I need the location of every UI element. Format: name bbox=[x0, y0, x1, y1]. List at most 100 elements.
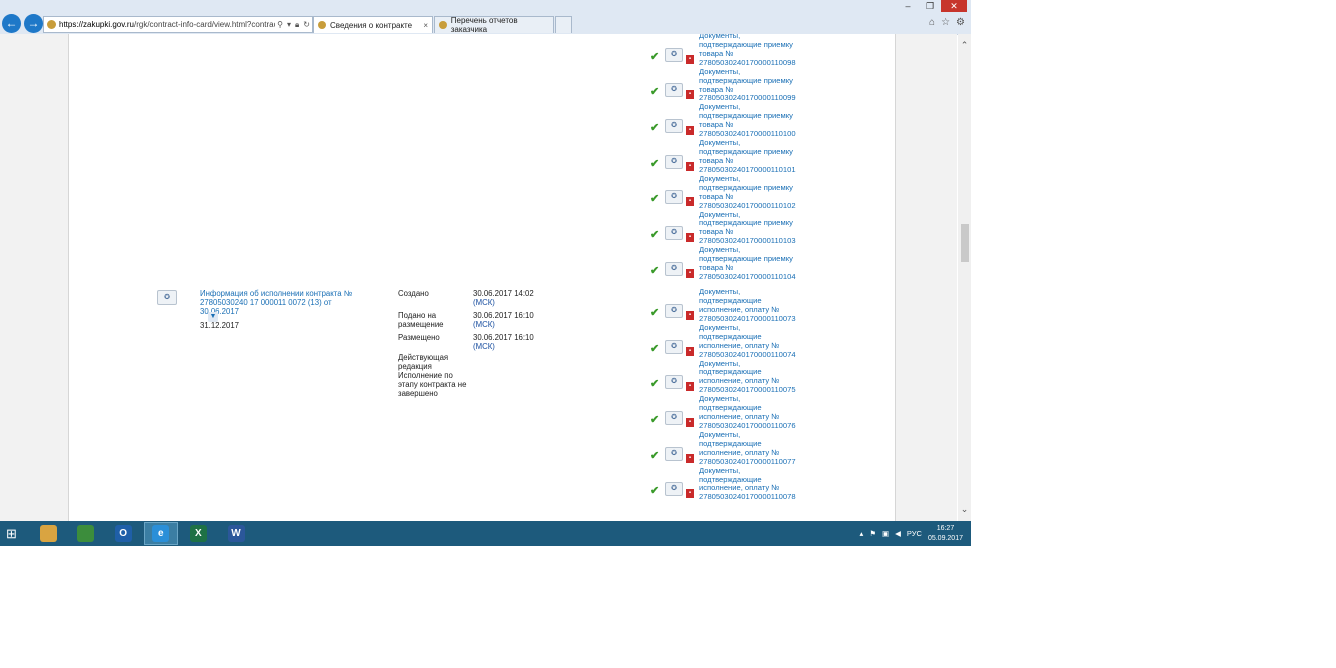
minimize-button[interactable]: ‒ bbox=[897, 0, 919, 12]
taskbar-excel[interactable]: X bbox=[181, 522, 215, 545]
pdf-icon[interactable]: ▪ bbox=[686, 90, 694, 100]
system-tray: ▴ ⚑ ▣ ◀ РУС 16:27 05.09.2017 bbox=[860, 521, 963, 546]
meta-row: Подано на размещение 30.06.2017 16:10 (МС… bbox=[398, 311, 548, 329]
signature-icon[interactable]: ✪ bbox=[665, 190, 683, 205]
document-link[interactable]: Документы, подтверждающие исполнение, оп… bbox=[699, 359, 797, 396]
signature-icon[interactable]: ✪ bbox=[665, 482, 683, 497]
meta-value: 30.06.2017 16:10 (МСК) bbox=[473, 311, 534, 329]
document-link[interactable]: Документы, подтверждающие приемку товара… bbox=[699, 210, 797, 247]
tab-customer-reports[interactable]: Перечень отчетов заказчика bbox=[434, 16, 554, 34]
pdf-icon[interactable]: ▪ bbox=[686, 453, 694, 463]
taskbar-internet-explorer[interactable]: e bbox=[143, 522, 178, 545]
document-row: ✔ ✪ ▪ Документы, подтверждающие исполнение,… bbox=[645, 359, 885, 396]
checkmark-icon: ✔ bbox=[650, 157, 660, 170]
pdf-icon[interactable]: ▪ bbox=[686, 268, 694, 278]
pdf-icon[interactable]: ▪ bbox=[686, 489, 694, 499]
pdf-icon[interactable]: ▪ bbox=[686, 417, 694, 427]
pdf-icon[interactable]: ▪ bbox=[686, 382, 694, 392]
tray-expand-icon[interactable]: ▴ bbox=[860, 529, 864, 538]
pdf-icon[interactable]: ▪ bbox=[686, 126, 694, 136]
meta-row: Создано 30.06.2017 14:02 (МСК) bbox=[398, 289, 548, 307]
meta-value: 30.06.2017 16:10 (МСК) bbox=[473, 333, 534, 351]
document-row: ✔ ✪ ▪ Документы, подтверждающие исполнение,… bbox=[645, 466, 885, 503]
pdf-icon[interactable]: ▪ bbox=[686, 346, 694, 356]
document-link[interactable]: Документы, подтверждающие приемку товара… bbox=[699, 67, 797, 104]
taskbar-chrome[interactable] bbox=[69, 522, 103, 545]
network-icon[interactable]: ▣ bbox=[882, 529, 889, 538]
clock[interactable]: 16:27 05.09.2017 bbox=[928, 524, 963, 544]
document-row: ✔ ✪ ▪ Документы, подтверждающие приемку тов… bbox=[645, 245, 885, 282]
refresh-icon[interactable]: ↻ bbox=[301, 20, 312, 29]
document-link[interactable]: Документы, подтверждающие исполнение, оп… bbox=[699, 394, 797, 431]
document-link[interactable]: Документы, подтверждающие приемку товара… bbox=[699, 103, 797, 139]
document-row: ✔ ✪ ▪ Документы, подтверждающие приемку тов… bbox=[645, 174, 885, 211]
flag-icon[interactable]: ⚑ bbox=[869, 529, 876, 538]
scroll-up-icon[interactable]: ⌃ bbox=[958, 40, 971, 51]
document-link[interactable]: Документы, подтверждающие исполнение, оп… bbox=[699, 430, 797, 467]
checkmark-icon: ✔ bbox=[650, 378, 660, 391]
vertical-scrollbar[interactable]: ⌃ ⌄ bbox=[958, 34, 971, 521]
taskbar-explorer[interactable] bbox=[31, 522, 65, 545]
search-icon[interactable]: ⚲ bbox=[275, 20, 285, 29]
signature-icon[interactable]: ✪ bbox=[665, 410, 683, 425]
new-tab-button[interactable] bbox=[555, 16, 572, 33]
outlook-icon: O bbox=[114, 525, 132, 542]
taskbar-word[interactable]: W bbox=[219, 522, 253, 545]
signature-icon[interactable]: ✪ bbox=[665, 154, 683, 169]
document-row: ✔ ✪ ▪ Документы, подтверждающие исполнение,… bbox=[645, 282, 885, 324]
document-link[interactable]: Документы, подтверждающие приемку товара… bbox=[699, 174, 797, 211]
pdf-icon[interactable]: ▪ bbox=[686, 54, 694, 64]
pdf-icon[interactable]: ▪ bbox=[686, 197, 694, 207]
signature-icon[interactable]: ✪ bbox=[665, 446, 683, 461]
dropdown-icon[interactable]: ▾ bbox=[285, 20, 293, 29]
page-margin-right bbox=[895, 34, 957, 521]
signature-icon[interactable]: ✪ bbox=[665, 226, 683, 241]
browser-chrome: ‒ ❐ ✕ ← → https://zakupki.gov.ru/rgk/con… bbox=[0, 0, 971, 35]
forward-button[interactable]: → bbox=[24, 14, 43, 33]
scroll-down-icon[interactable]: ⌄ bbox=[958, 504, 971, 515]
signature-icon[interactable]: ✪ bbox=[157, 290, 177, 305]
document-link[interactable]: Документы, подтверждающие исполнение, оп… bbox=[699, 323, 797, 360]
checkmark-icon: ✔ bbox=[650, 306, 660, 319]
back-button[interactable]: ← bbox=[2, 14, 21, 33]
signature-icon[interactable]: ✪ bbox=[665, 375, 683, 390]
pdf-icon[interactable]: ▪ bbox=[686, 310, 694, 320]
pdf-icon[interactable]: ▪ bbox=[686, 161, 694, 171]
windows-start-icon[interactable]: ⊞ bbox=[6, 527, 20, 541]
address-bar[interactable]: https://zakupki.gov.ru/rgk/contract-info… bbox=[43, 16, 313, 33]
contract-end-date: 31.12.2017 bbox=[200, 321, 240, 330]
signature-icon[interactable]: ✪ bbox=[665, 261, 683, 276]
document-link[interactable]: Документы, подтверждающие исполнение, оп… bbox=[699, 287, 797, 324]
tab-contract-info[interactable]: Сведения о контракте × bbox=[313, 16, 433, 33]
volume-icon[interactable]: ◀ bbox=[895, 529, 901, 538]
document-link[interactable]: Документы, подтверждающие исполнение, оп… bbox=[699, 466, 797, 503]
language-indicator[interactable]: РУС bbox=[907, 529, 922, 538]
restore-button[interactable]: ❐ bbox=[919, 0, 941, 12]
settings-gear-icon[interactable]: ⚙ bbox=[956, 17, 965, 28]
checkmark-icon: ✔ bbox=[650, 485, 660, 498]
signature-icon[interactable]: ✪ bbox=[665, 339, 683, 354]
favorites-star-icon[interactable]: ☆ bbox=[941, 17, 950, 28]
document-link[interactable]: Документы, подтверждающие приемку товара… bbox=[699, 245, 797, 282]
signature-icon[interactable]: ✪ bbox=[665, 119, 683, 134]
lock-icon[interactable]: 🔒︎ bbox=[293, 20, 301, 30]
pdf-icon[interactable]: ▪ bbox=[686, 233, 694, 243]
taskbar-outlook[interactable]: O bbox=[106, 522, 140, 545]
close-tab-icon[interactable]: × bbox=[423, 21, 428, 30]
explorer-icon bbox=[39, 525, 57, 542]
close-window-button[interactable]: ✕ bbox=[941, 0, 967, 12]
home-icon[interactable]: ⌂ bbox=[929, 17, 935, 28]
document-row: ✔ ✪ ▪ Документы, подтверждающие приемку тов… bbox=[645, 34, 885, 68]
url-text: https://zakupki.gov.ru/rgk/contract-info… bbox=[59, 20, 276, 29]
page-margin-left bbox=[0, 34, 68, 521]
document-link[interactable]: Документы, подтверждающие приемку товара… bbox=[699, 138, 797, 175]
signature-icon[interactable]: ✪ bbox=[665, 303, 683, 318]
signature-icon[interactable]: ✪ bbox=[665, 47, 683, 62]
internet-explorer-icon: e bbox=[152, 525, 170, 542]
tab-label: Перечень отчетов заказчика bbox=[450, 16, 518, 34]
document-link[interactable]: Документы, подтверждающие приемку товара… bbox=[699, 34, 797, 68]
contract-execution-link[interactable]: Информация об исполнении контракта № 278… bbox=[200, 289, 370, 316]
scroll-thumb[interactable] bbox=[961, 224, 969, 262]
checkmark-icon: ✔ bbox=[650, 193, 660, 206]
signature-icon[interactable]: ✪ bbox=[665, 83, 683, 98]
